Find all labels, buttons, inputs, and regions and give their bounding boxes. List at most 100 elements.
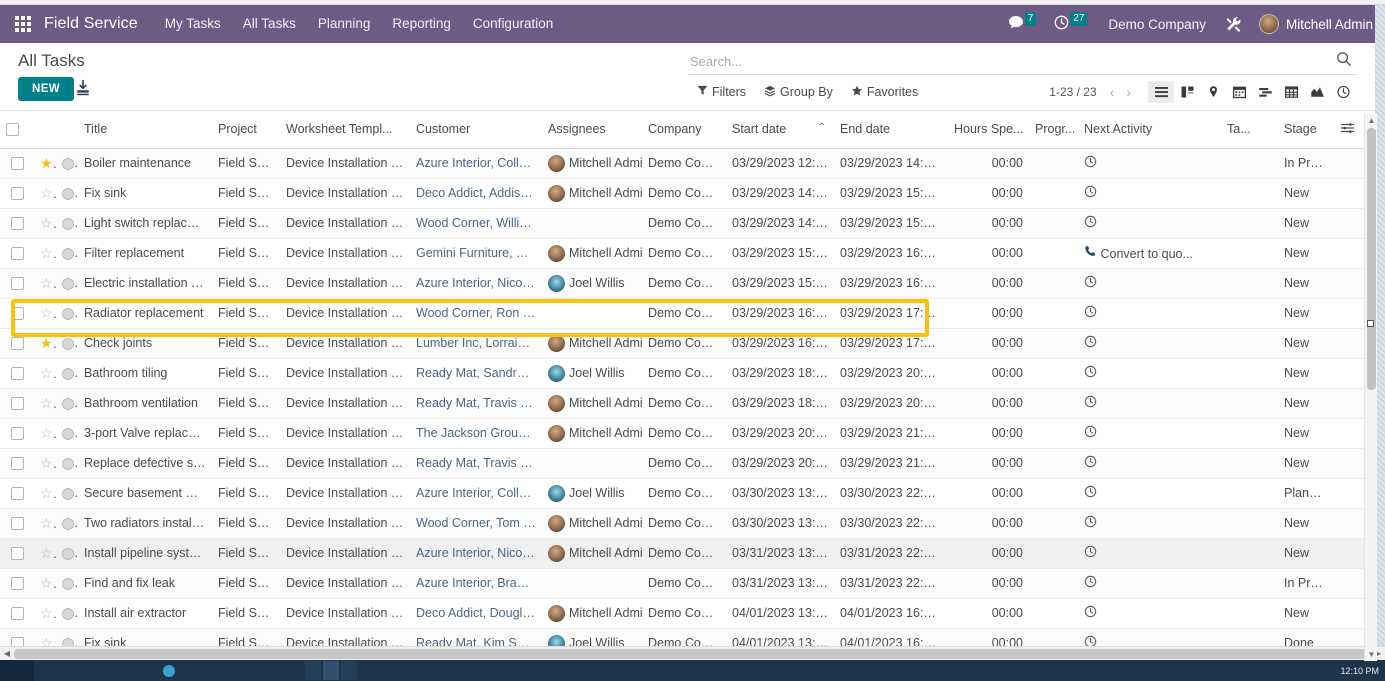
- table-row[interactable]: ★ Boiler maintenanceField Servi...Device …: [0, 148, 1366, 179]
- cell-title[interactable]: Boiler maintenance: [78, 148, 212, 179]
- table-row[interactable]: ☆ Find and fix leakField Servi...Device I…: [0, 568, 1366, 599]
- table-vertical-scrollbar[interactable]: ▲ ▼: [1364, 114, 1377, 661]
- priority-cell[interactable]: ☆: [34, 538, 56, 569]
- table-row[interactable]: ☆ Electric installation saf... Field Servi…: [0, 268, 1366, 299]
- favorites-dropdown[interactable]: Favorites: [842, 85, 927, 100]
- status-dot-icon[interactable]: [62, 577, 74, 590]
- row-checkbox[interactable]: [10, 487, 24, 501]
- pager-next-button[interactable]: ›: [1121, 84, 1136, 100]
- column-settings-icon[interactable]: [1334, 111, 1366, 149]
- activity-view-button[interactable]: [1330, 81, 1356, 103]
- priority-cell[interactable]: ☆: [34, 448, 56, 479]
- search-icon[interactable]: [1336, 51, 1352, 72]
- col-project[interactable]: Project: [212, 111, 280, 149]
- cell-next-activity[interactable]: [1078, 178, 1221, 209]
- table-row[interactable]: ☆Install pipeline systemField Servi...De…: [0, 538, 1366, 569]
- cell-next-activity[interactable]: [1078, 448, 1221, 479]
- clock-icon[interactable]: [1084, 575, 1097, 591]
- cell-next-activity[interactable]: [1078, 358, 1221, 389]
- status-cell[interactable]: [56, 238, 78, 269]
- row-select-cell[interactable]: [0, 538, 34, 569]
- clock-icon[interactable]: [1084, 275, 1097, 291]
- taskbar-quicklaunch[interactable]: [34, 660, 304, 681]
- row-select-cell[interactable]: [0, 478, 34, 509]
- priority-cell[interactable]: ☆: [34, 478, 56, 509]
- status-cell[interactable]: [56, 538, 78, 569]
- scroll-down-arrow-icon[interactable]: ▼: [1365, 648, 1378, 661]
- table-row[interactable]: ☆Secure basement wind...Field Servi...De…: [0, 478, 1366, 509]
- table-row[interactable]: ☆ Bathroom tilingField Servi...Device Ins…: [0, 358, 1366, 389]
- priority-star-icon[interactable]: ☆: [40, 305, 56, 321]
- cell-next-activity[interactable]: [1078, 328, 1221, 359]
- cell-title[interactable]: Bathroom ventilation: [78, 388, 212, 419]
- status-dot-icon[interactable]: [62, 247, 74, 260]
- status-cell[interactable]: [56, 478, 78, 509]
- cell-next-activity[interactable]: [1078, 568, 1221, 599]
- priority-star-icon[interactable]: ☆: [40, 215, 56, 231]
- priority-star-icon[interactable]: ☆: [40, 455, 56, 471]
- row-select-cell[interactable]: [0, 238, 34, 269]
- col-end-date[interactable]: End date: [834, 111, 948, 149]
- cell-title[interactable]: Bathroom tiling: [78, 358, 212, 389]
- col-title[interactable]: Title: [78, 111, 212, 149]
- status-cell[interactable]: [56, 298, 78, 329]
- row-select-cell[interactable]: [0, 268, 34, 299]
- priority-star-icon[interactable]: ☆: [40, 515, 56, 531]
- select-all-checkbox[interactable]: [6, 123, 19, 137]
- browser-icon[interactable]: [163, 664, 175, 677]
- cell-title[interactable]: Fix sink: [78, 178, 212, 209]
- clock-icon[interactable]: [1084, 215, 1097, 231]
- clock-icon[interactable]: [1084, 455, 1097, 471]
- status-dot-icon[interactable]: [62, 517, 74, 530]
- row-checkbox[interactable]: [10, 427, 24, 441]
- nav-reporting[interactable]: Reporting: [381, 5, 462, 43]
- start-button[interactable]: [0, 660, 34, 681]
- cell-title[interactable]: Filter replacement: [78, 238, 212, 269]
- col-tags[interactable]: Ta...: [1221, 111, 1278, 149]
- table-row[interactable]: ☆ Fix sinkField Servi...Device Installati…: [0, 178, 1366, 209]
- cell-title[interactable]: Two radiators installati...: [78, 508, 212, 539]
- status-cell[interactable]: [56, 208, 78, 239]
- status-cell[interactable]: [56, 568, 78, 599]
- cell-next-activity[interactable]: [1078, 208, 1221, 239]
- table-row[interactable]: ☆ Two radiators installati... Field Servi.…: [0, 508, 1366, 539]
- status-dot-icon[interactable]: [62, 157, 74, 170]
- clock-icon[interactable]: [1084, 305, 1097, 321]
- phone-icon[interactable]: [1084, 245, 1097, 261]
- row-select-cell[interactable]: [0, 358, 34, 389]
- status-dot-icon[interactable]: [62, 277, 74, 290]
- row-checkbox[interactable]: [10, 547, 24, 561]
- priority-cell[interactable]: ☆: [34, 598, 56, 629]
- table-horizontal-scrollbar[interactable]: ◀ ▶: [0, 646, 1385, 660]
- cell-title[interactable]: Check joints: [78, 328, 212, 359]
- taskbar-clock[interactable]: 12:10 PM: [1340, 666, 1385, 676]
- row-checkbox[interactable]: [10, 247, 24, 261]
- status-dot-icon[interactable]: [62, 487, 74, 500]
- cell-next-activity[interactable]: [1078, 418, 1221, 449]
- status-dot-icon[interactable]: [62, 217, 74, 230]
- cell-title[interactable]: Install pipeline system: [78, 538, 212, 569]
- cell-title[interactable]: Light switch replacem...: [78, 208, 212, 239]
- row-select-cell[interactable]: [0, 508, 34, 539]
- status-dot-icon[interactable]: [62, 547, 74, 560]
- status-dot-icon[interactable]: [62, 307, 74, 320]
- row-checkbox[interactable]: [10, 397, 24, 411]
- nav-all-tasks[interactable]: All Tasks: [232, 5, 307, 43]
- cell-next-activity[interactable]: [1078, 388, 1221, 419]
- table-row[interactable]: ☆ Filter replacementField Servi...Device …: [0, 238, 1366, 269]
- table-row[interactable]: ☆3-port Valve replacem...Field Servi...D…: [0, 418, 1366, 449]
- activities-menu[interactable]: 27: [1045, 5, 1096, 43]
- app-brand[interactable]: Field Service: [38, 15, 154, 33]
- clock-icon[interactable]: [1084, 515, 1097, 531]
- table-row[interactable]: ★ Check jointsField Servi...Device Instal…: [0, 328, 1366, 359]
- priority-star-icon[interactable]: ☆: [40, 275, 56, 291]
- cell-title[interactable]: Install air extractor: [78, 598, 212, 629]
- status-cell[interactable]: [56, 328, 78, 359]
- status-dot-icon[interactable]: [62, 607, 74, 620]
- status-cell[interactable]: [56, 358, 78, 389]
- priority-cell[interactable]: ☆: [34, 418, 56, 449]
- row-checkbox[interactable]: [10, 517, 24, 531]
- company-switcher[interactable]: Demo Company: [1096, 17, 1216, 32]
- priority-star-icon[interactable]: ☆: [40, 185, 56, 201]
- cell-next-activity[interactable]: [1078, 508, 1221, 539]
